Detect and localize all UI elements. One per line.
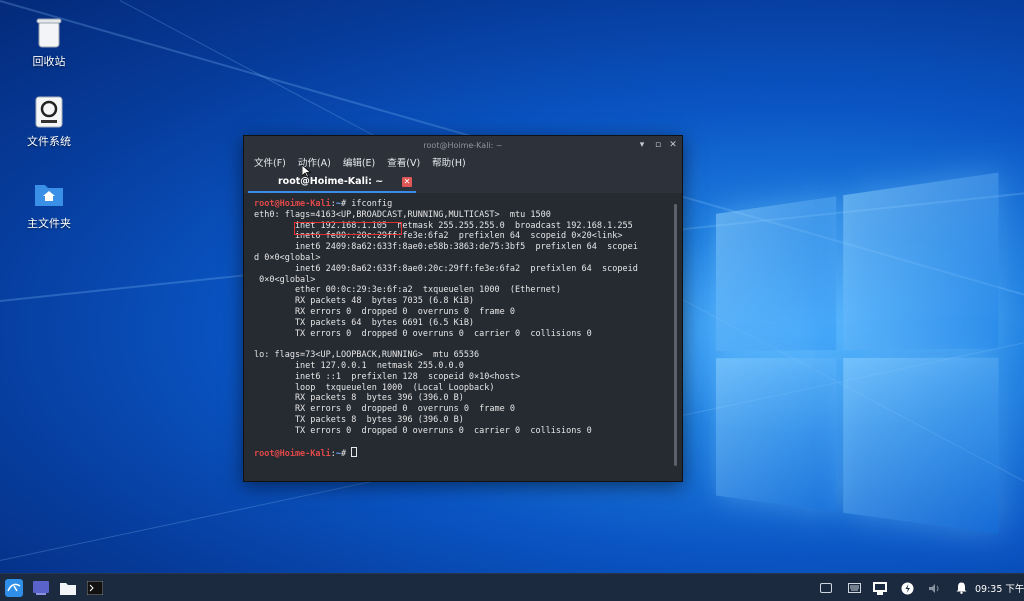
output-line: RX errors 0 dropped 0 overruns 0 frame 0 (254, 306, 515, 317)
tab-label: root@Hoime-Kali: ~ (278, 176, 384, 187)
output-line: d 0×0<global> (254, 252, 321, 263)
ip-highlight-box (294, 222, 402, 235)
menu-file[interactable]: 文件(F) (254, 155, 286, 173)
tab-close-icon[interactable]: ✕ (402, 177, 412, 187)
command-line: root@Hoime-Kali:~# ifconfig (254, 199, 682, 210)
windows-logo-wallpaper (715, 171, 1012, 550)
output-line: TX errors 0 dropped 0 overruns 0 carrier… (254, 328, 592, 339)
output-line: inet 127.0.0.1 netmask 255.0.0.0 (254, 360, 464, 371)
terminal-output[interactable]: root@Hoime-Kali:~# ifconfig eth0: flags=… (244, 193, 682, 481)
desktop-icon-home[interactable]: 主文件夹 (14, 177, 84, 231)
output-line: inet6 2409:8a62:633f:8ae0:e58b:3863:de75… (254, 242, 638, 253)
desktop-icon-label: 主文件夹 (27, 217, 71, 230)
minimize-icon[interactable]: ▾ (636, 136, 648, 155)
output-line: inet6 2409:8a62:633f:8ae0:20c:29ff:fe3e:… (254, 263, 638, 274)
window-title: root@Hoime-Kali: ~ (423, 141, 503, 150)
volume-icon[interactable] (926, 580, 942, 596)
taskbar: 09:35 下午 (0, 573, 1024, 601)
menu-edit[interactable]: 编辑(E) (343, 155, 375, 173)
terminal-tab[interactable]: root@Hoime-Kali: ~ ✕ (248, 173, 416, 193)
trash-icon (32, 15, 66, 49)
output-line: TX errors 0 dropped 0 overruns 0 carrier… (254, 425, 592, 436)
close-icon[interactable]: ✕ (667, 136, 679, 155)
desktop-icon-filesystem[interactable]: 文件系统 (14, 95, 84, 149)
notification-icon[interactable] (953, 580, 969, 596)
terminal-icon[interactable] (85, 578, 105, 598)
prompt-user: root@Hoime-Kali (254, 199, 331, 209)
output-line: TX packets 8 bytes 396 (396.0 B) (254, 414, 464, 425)
desktop-icon[interactable] (31, 578, 51, 598)
output-line: eth0: flags=4163<UP,BROADCAST,RUNNING,MU… (254, 209, 551, 220)
taskbar-clock[interactable]: 09:35 下午 (975, 581, 1024, 595)
output-line: TX packets 64 bytes 6691 (6.5 KiB) (254, 317, 475, 328)
output-line: RX errors 0 dropped 0 overruns 0 frame 0 (254, 404, 515, 415)
scrollbar[interactable] (674, 204, 677, 466)
desktop-icon-label: 回收站 (32, 55, 66, 68)
screen-icon[interactable] (818, 580, 834, 596)
output-line: 0×0<global> (254, 274, 316, 285)
terminal-window[interactable]: root@Hoime-Kali: ~ ▾ ▫ ✕ 文件(F) 动作(A) 编辑(… (243, 135, 683, 482)
maximize-icon[interactable]: ▫ (652, 136, 664, 155)
file-manager-icon[interactable] (58, 578, 78, 598)
home-folder-icon (32, 177, 66, 211)
drive-icon (32, 95, 66, 129)
current-prompt-line: root@Hoime-Kali:~# (254, 447, 682, 460)
prompt-symbol: # (341, 199, 352, 209)
keyboard-icon[interactable] (846, 580, 862, 596)
text-cursor (351, 447, 358, 458)
output-line: loop txqueuelen 1000 (Local Loopback) (254, 382, 495, 393)
desktop-icon-trash[interactable]: 回收站 (14, 15, 84, 69)
command-output: eth0: flags=4163<UP,BROADCAST,RUNNING,MU… (254, 210, 682, 448)
menu-help[interactable]: 帮助(H) (432, 155, 466, 173)
command-text: ifconfig (351, 199, 393, 209)
output-line: RX packets 8 bytes 396 (396.0 B) (254, 393, 464, 404)
prompt-symbol: # (341, 449, 352, 460)
output-line: inet6 ::1 prefixlen 128 scopeid 0×10<hos… (254, 371, 521, 382)
mouse-pointer-icon (302, 165, 311, 178)
kali-menu-icon[interactable] (4, 578, 24, 598)
output-line: RX packets 48 bytes 7035 (6.8 KiB) (254, 296, 475, 307)
output-line: ether 00:0c:29:3e:6f:a2 txqueuelen 1000 … (254, 285, 562, 296)
network-icon[interactable] (872, 580, 888, 596)
window-titlebar[interactable]: root@Hoime-Kali: ~ ▾ ▫ ✕ (244, 136, 682, 155)
prompt-user: root@Hoime-Kali (254, 449, 331, 460)
desktop-icon-label: 文件系统 (27, 135, 71, 148)
output-line: lo: flags=73<UP,LOOPBACK,RUNNING> mtu 65… (254, 350, 480, 361)
menu-view[interactable]: 查看(V) (387, 155, 420, 173)
power-icon[interactable] (899, 580, 915, 596)
